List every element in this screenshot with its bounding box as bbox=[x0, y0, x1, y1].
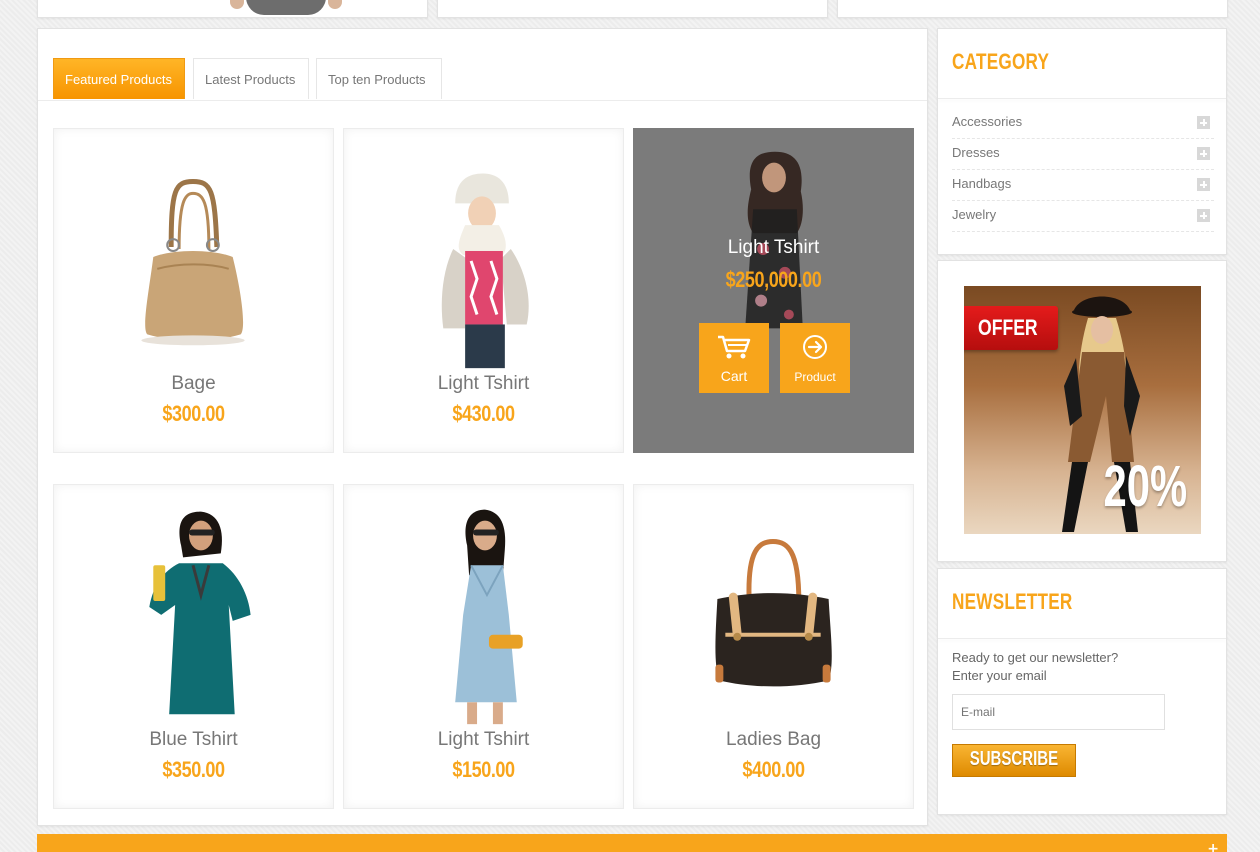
newsletter-title: NEWSLETTER bbox=[952, 589, 1073, 614]
category-item-label: Jewelry bbox=[952, 207, 997, 222]
tab-featured-products[interactable]: Featured Products bbox=[53, 58, 185, 99]
woman-teal-dress-image bbox=[149, 511, 251, 715]
product-card[interactable]: Light Tshirt $150.00 bbox=[343, 484, 624, 809]
product-price: $250,000.00 bbox=[725, 267, 822, 292]
product-card[interactable]: Bage $300.00 bbox=[53, 128, 334, 453]
newsletter-line-1: Ready to get our newsletter? bbox=[952, 650, 1119, 665]
category-title: CATEGORY bbox=[952, 49, 1050, 74]
product-price: $400.00 bbox=[742, 757, 805, 782]
plus-icon[interactable] bbox=[1197, 147, 1210, 160]
arrow-circle-icon bbox=[803, 335, 827, 359]
plus-icon[interactable] bbox=[1197, 178, 1210, 191]
footer-bar: + bbox=[37, 834, 1227, 852]
plus-icon[interactable] bbox=[1197, 116, 1210, 129]
product-name: Bage bbox=[171, 373, 216, 394]
cart-icon bbox=[718, 335, 751, 359]
model-image-peek bbox=[230, 0, 342, 15]
subscribe-button-label: SUBSCRIBE bbox=[969, 748, 1059, 770]
newsletter-line-2: Enter your email bbox=[952, 668, 1047, 683]
email-input[interactable] bbox=[952, 694, 1165, 730]
product-card-hovered[interactable]: Light Tshirt $250,000.00 Cart Product bbox=[633, 128, 914, 453]
product-price: $350.00 bbox=[162, 757, 225, 782]
woman-denim-dress-image bbox=[455, 509, 523, 725]
top-banner-card-1[interactable] bbox=[37, 0, 428, 18]
product-name: Light Tshirt bbox=[437, 373, 530, 394]
product-card[interactable]: Blue Tshirt $350.00 bbox=[53, 484, 334, 809]
category-item-label: Accessories bbox=[952, 114, 1023, 129]
product-price: $300.00 bbox=[162, 401, 225, 426]
top-banner-card-3[interactable] bbox=[837, 0, 1228, 18]
offer-percent: 20% bbox=[1103, 454, 1187, 519]
product-button-label: Product bbox=[794, 370, 836, 384]
product-name: Blue Tshirt bbox=[149, 729, 238, 750]
products-panel: Featured Products Latest Products Top te… bbox=[37, 28, 928, 826]
expand-plus-icon[interactable]: + bbox=[1207, 841, 1219, 852]
category-item-label: Dresses bbox=[952, 145, 1000, 160]
category-item-label: Handbags bbox=[952, 176, 1012, 191]
product-card[interactable]: Light Tshirt $430.00 bbox=[343, 128, 624, 453]
tab-top-ten-products[interactable]: Top ten Products bbox=[316, 58, 442, 99]
category-item-accessories[interactable]: Accessories bbox=[952, 108, 1214, 139]
offer-panel: OFFER 20% bbox=[937, 260, 1227, 562]
divider bbox=[938, 98, 1226, 99]
plus-icon[interactable] bbox=[1197, 209, 1210, 222]
product-name: Light Tshirt bbox=[437, 729, 530, 750]
offer-tag-label: OFFER bbox=[978, 315, 1038, 340]
tab-latest-products[interactable]: Latest Products bbox=[193, 58, 309, 99]
add-to-cart-button[interactable]: Cart bbox=[699, 323, 769, 393]
cart-button-label: Cart bbox=[720, 368, 748, 384]
product-name: Ladies Bag bbox=[725, 729, 822, 750]
newsletter-panel: NEWSLETTER Ready to get our newsletter? … bbox=[937, 568, 1227, 815]
category-item-jewelry[interactable]: Jewelry bbox=[952, 201, 1214, 232]
product-name: Light Tshirt bbox=[727, 237, 820, 258]
category-panel: CATEGORY Accessories Dresses Handbags Je… bbox=[937, 28, 1227, 255]
divider bbox=[938, 638, 1226, 639]
offer-badge: OFFER bbox=[964, 306, 1058, 350]
newsletter-description: Ready to get our newsletter? Enter your … bbox=[952, 649, 1118, 685]
woman-beanie-sweater-image bbox=[441, 173, 529, 369]
product-tabs: Featured Products Latest Products Top te… bbox=[38, 29, 927, 101]
offer-banner[interactable]: OFFER 20% bbox=[964, 286, 1201, 534]
black-leather-handbag-image bbox=[715, 538, 832, 687]
brown-handbag-image bbox=[141, 179, 245, 346]
product-card[interactable]: Ladies Bag $400.00 bbox=[633, 484, 914, 809]
subscribe-button[interactable]: SUBSCRIBE bbox=[952, 744, 1076, 777]
product-price: $150.00 bbox=[452, 757, 515, 782]
category-item-handbags[interactable]: Handbags bbox=[952, 170, 1214, 201]
top-banner-card-2[interactable] bbox=[437, 0, 828, 18]
view-product-button[interactable]: Product bbox=[780, 323, 850, 393]
product-price: $430.00 bbox=[452, 401, 515, 426]
category-item-dresses[interactable]: Dresses bbox=[952, 139, 1214, 170]
